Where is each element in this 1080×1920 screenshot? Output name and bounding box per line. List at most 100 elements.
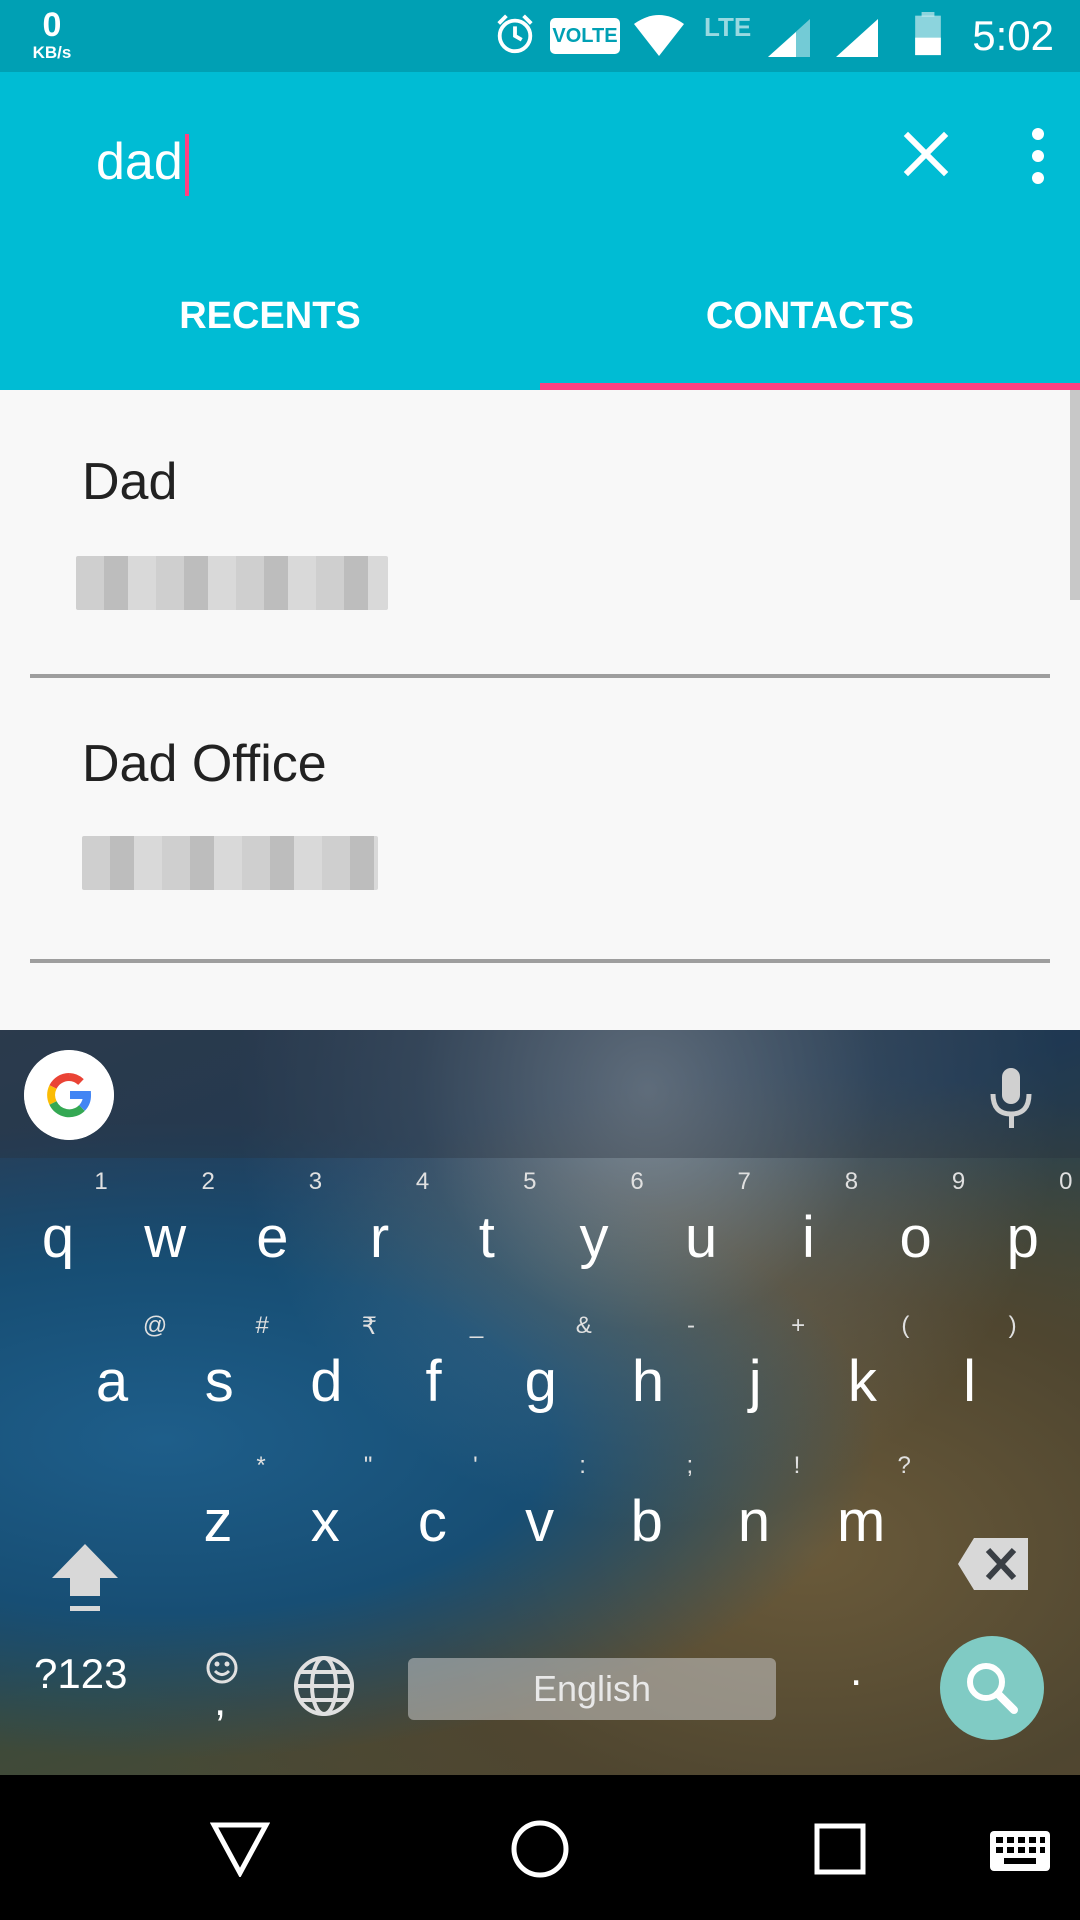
- contact-phone-redacted: [82, 836, 378, 890]
- key-hint: _: [469, 1312, 484, 1339]
- list-divider: [30, 959, 1050, 963]
- mic-icon: [990, 1068, 1032, 1128]
- backspace-key[interactable]: [956, 1536, 1030, 1592]
- key-hint: *: [256, 1452, 266, 1479]
- key-e[interactable]: e: [222, 1178, 322, 1298]
- key-c[interactable]: c: [382, 1462, 482, 1582]
- key-b[interactable]: b: [597, 1462, 697, 1582]
- search-query-text: dad: [96, 133, 183, 191]
- key-j[interactable]: j: [705, 1322, 805, 1442]
- keyboard-switch-button[interactable]: [988, 1829, 1052, 1873]
- key-w[interactable]: w: [115, 1178, 215, 1298]
- key-hint: 1: [94, 1168, 108, 1195]
- recents-button[interactable]: [814, 1823, 866, 1875]
- contact-name: Dad: [82, 453, 178, 511]
- key-hint: 9: [951, 1168, 966, 1195]
- space-key[interactable]: English: [408, 1658, 776, 1720]
- list-scrollbar[interactable]: [1070, 390, 1080, 600]
- key-r[interactable]: r: [330, 1178, 430, 1298]
- search-action-key[interactable]: [940, 1636, 1044, 1740]
- key-hint: &: [575, 1312, 592, 1339]
- clear-search-button[interactable]: [896, 124, 956, 184]
- shift-key[interactable]: [48, 1540, 122, 1616]
- key-hint: #: [255, 1312, 269, 1339]
- key-hint: 3: [308, 1168, 323, 1195]
- key-hint: ;: [686, 1452, 694, 1479]
- key-hint: +: [791, 1312, 806, 1339]
- key-t[interactable]: t: [437, 1178, 537, 1298]
- google-g-icon: [24, 1050, 114, 1140]
- key-hint: 0: [1059, 1168, 1073, 1195]
- text-cursor: [184, 134, 189, 197]
- key-hint: 2: [201, 1168, 215, 1195]
- key-l[interactable]: l: [920, 1322, 1020, 1442]
- keyboard-icon: [990, 1831, 1050, 1871]
- contact-results-list: Dad Dad Office: [0, 390, 1080, 1030]
- key-hint: ): [1008, 1312, 1017, 1339]
- key-h[interactable]: h: [598, 1322, 698, 1442]
- key-q[interactable]: q: [8, 1178, 108, 1298]
- lte-label: LTE: [704, 12, 752, 42]
- key-v[interactable]: v: [490, 1462, 590, 1582]
- key-hint: (: [901, 1312, 910, 1339]
- key-hint: 4: [415, 1168, 430, 1195]
- key-hint: 5: [523, 1168, 537, 1195]
- volte-badge: VOLTE: [550, 18, 620, 54]
- more-vert-icon: [1032, 128, 1044, 184]
- tab-contacts[interactable]: CONTACTS: [540, 290, 1080, 350]
- back-button[interactable]: [210, 1821, 270, 1877]
- signal-icon-sim2: [836, 19, 878, 57]
- key-x[interactable]: x: [275, 1462, 375, 1582]
- selected-tab-indicator: [540, 383, 1080, 390]
- key-s[interactable]: s: [169, 1322, 269, 1442]
- recents-square-icon: [814, 1823, 866, 1875]
- language-key[interactable]: [292, 1654, 356, 1718]
- net-speed-value: 0: [42, 6, 62, 44]
- key-i[interactable]: i: [758, 1178, 858, 1298]
- key-a[interactable]: a: [62, 1322, 162, 1442]
- key-o[interactable]: o: [866, 1178, 966, 1298]
- key-g[interactable]: g: [491, 1322, 591, 1442]
- key-k[interactable]: k: [812, 1322, 912, 1442]
- backspace-icon: [958, 1538, 1028, 1590]
- key-hint: !: [793, 1452, 801, 1479]
- key-f[interactable]: f: [384, 1322, 484, 1442]
- key-hint: @: [142, 1312, 168, 1339]
- voice-input-button[interactable]: [988, 1066, 1034, 1130]
- key-p[interactable]: p: [973, 1178, 1073, 1298]
- comma-label: ,: [214, 1676, 227, 1725]
- key-hint: ₹: [361, 1313, 378, 1340]
- google-search-button[interactable]: [24, 1050, 114, 1140]
- keyboard-suggestion-strip: [0, 1030, 1080, 1158]
- key-hint: :: [579, 1452, 586, 1479]
- back-triangle-icon: [210, 1822, 270, 1877]
- battery-icon: [915, 12, 941, 56]
- status-bar: 0 KB/s VOLTE LTE 5:02: [0, 0, 1080, 72]
- key-m[interactable]: m: [811, 1462, 911, 1582]
- search-icon: [967, 1663, 1018, 1714]
- emoji-comma-key[interactable]: ,: [200, 1650, 240, 1730]
- list-item[interactable]: Dad Office: [0, 678, 1080, 963]
- more-options-button[interactable]: [1018, 124, 1058, 188]
- signal-icon-sim1: [768, 19, 810, 57]
- shift-icon: [52, 1544, 118, 1611]
- contact-name: Dad Office: [82, 735, 327, 793]
- key-hint: 6: [630, 1168, 644, 1195]
- home-circle-icon: [511, 1820, 569, 1878]
- key-n[interactable]: n: [704, 1462, 804, 1582]
- tab-recents[interactable]: RECENTS: [0, 290, 540, 350]
- home-button[interactable]: [510, 1819, 570, 1879]
- key-hint: ": [363, 1452, 373, 1479]
- search-input[interactable]: dad: [96, 130, 189, 197]
- key-y[interactable]: y: [544, 1178, 644, 1298]
- net-speed-indicator: 0 KB/s: [22, 8, 82, 61]
- key-z[interactable]: z: [168, 1462, 268, 1582]
- symbols-key[interactable]: ?123: [34, 1650, 127, 1698]
- key-u[interactable]: u: [651, 1178, 751, 1298]
- navigation-bar: [0, 1775, 1080, 1920]
- list-item[interactable]: Dad: [0, 390, 1080, 675]
- period-key[interactable]: .: [850, 1646, 862, 1696]
- net-speed-unit: KB/s: [32, 43, 72, 62]
- on-screen-keyboard: q 1 w 2 e 3 r 4 t 5 y 6 u 7 i 8 o 9 p 0 a @ s # d ₹ f _ g & h - j + k(l) z *…: [0, 1030, 1080, 1775]
- key-hint: 8: [844, 1168, 859, 1195]
